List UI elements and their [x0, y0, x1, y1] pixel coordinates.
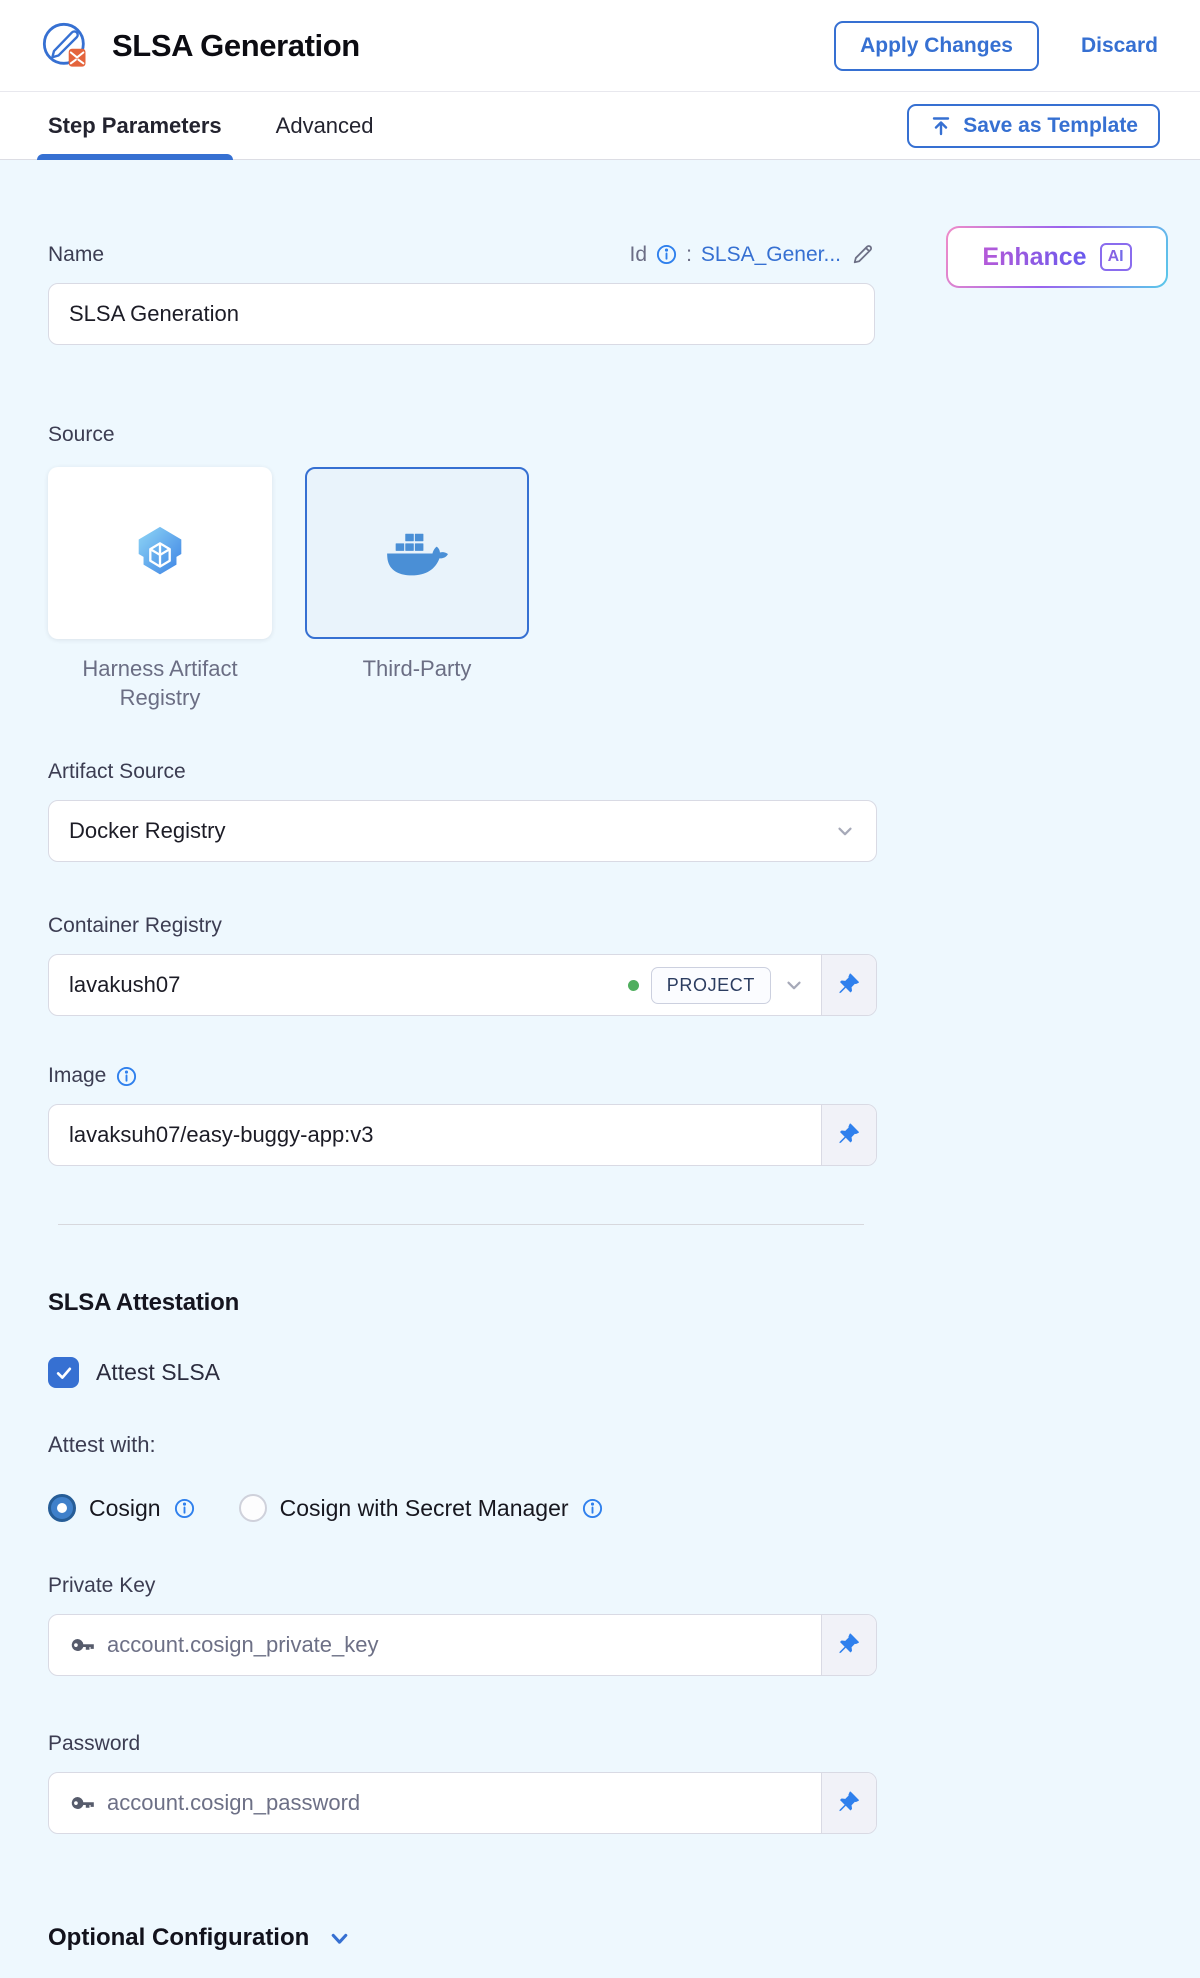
image-info-icon[interactable]	[116, 1066, 137, 1087]
tab-bar: Step Parameters Advanced Save as Templat…	[0, 92, 1200, 160]
image-input[interactable]: lavaksuh07/easy-buggy-app:v3	[48, 1104, 877, 1166]
scope-badge[interactable]: PROJECT	[651, 967, 771, 1004]
page-title: SLSA Generation	[112, 28, 360, 64]
password-pin-button[interactable]	[821, 1773, 876, 1833]
radio-cosign-secret-manager[interactable]	[239, 1494, 267, 1522]
slsa-attestation-heading: SLSA Attestation	[48, 1289, 1200, 1317]
radio-option-cosign-secret-manager[interactable]: Cosign with Secret Manager	[239, 1494, 603, 1522]
step-id-row: Id : SLSA_Gener...	[630, 242, 875, 267]
connector-status-dot	[628, 980, 639, 991]
tab-advanced[interactable]: Advanced	[276, 92, 374, 159]
password-value[interactable]: account.cosign_password	[107, 1790, 805, 1816]
attest-with-label: Attest with:	[48, 1432, 1200, 1458]
container-registry-value[interactable]: lavakush07	[69, 972, 616, 998]
apply-changes-button[interactable]: Apply Changes	[834, 21, 1039, 71]
radio-cosign[interactable]	[48, 1494, 76, 1522]
image-label: Image	[48, 1064, 106, 1088]
source-card-harness-artifact-registry[interactable]	[48, 467, 272, 639]
name-input-field[interactable]	[69, 301, 854, 327]
pin-icon	[837, 1633, 861, 1657]
upload-icon	[929, 114, 953, 138]
source-label: Source	[48, 423, 1200, 447]
cosign-secret-manager-info-icon[interactable]	[582, 1498, 603, 1519]
panel-header: SLSA Generation Apply Changes Discard	[0, 0, 1200, 92]
artifact-source-select[interactable]: Docker Registry	[48, 800, 877, 862]
tab-step-parameters[interactable]: Step Parameters	[48, 92, 222, 159]
chevron-down-icon	[327, 1926, 352, 1951]
pin-icon	[837, 973, 861, 997]
discard-button[interactable]: Discard	[1081, 34, 1158, 58]
step-parameters-panel: Enhance AI Name Id : SLSA_Gener... Sourc…	[0, 160, 1200, 1978]
enhance-ai-button[interactable]: Enhance AI	[946, 226, 1168, 288]
image-pin-button[interactable]	[821, 1105, 876, 1165]
id-info-icon[interactable]	[656, 244, 677, 265]
id-label: Id	[630, 243, 648, 267]
attest-slsa-checkbox[interactable]	[48, 1357, 79, 1388]
container-registry-input[interactable]: lavakush07 PROJECT	[48, 954, 877, 1016]
section-divider	[58, 1224, 864, 1225]
artifact-source-label: Artifact Source	[48, 760, 1200, 784]
radio-option-cosign[interactable]: Cosign	[48, 1494, 195, 1522]
save-as-template-button[interactable]: Save as Template	[907, 104, 1160, 148]
cosign-info-icon[interactable]	[174, 1498, 195, 1519]
harness-artifact-registry-icon	[129, 522, 191, 584]
ai-badge: AI	[1100, 243, 1132, 271]
step-id-value[interactable]: SLSA_Gener...	[701, 243, 841, 267]
container-registry-pin-button[interactable]	[821, 955, 876, 1015]
key-icon	[69, 1632, 95, 1658]
source-option-label-third-party: Third-Party	[305, 655, 529, 712]
attest-slsa-label: Attest SLSA	[96, 1359, 220, 1386]
docker-icon	[385, 528, 449, 578]
chevron-down-icon	[834, 820, 856, 842]
optional-configuration-label: Optional Configuration	[48, 1924, 309, 1952]
private-key-pin-button[interactable]	[821, 1615, 876, 1675]
password-label: Password	[48, 1732, 1200, 1756]
attest-slsa-checkbox-row[interactable]: Attest SLSA	[48, 1357, 1200, 1388]
pin-icon	[837, 1791, 861, 1815]
chevron-down-icon[interactable]	[783, 974, 805, 996]
slsa-step-icon	[40, 20, 92, 72]
key-icon	[69, 1790, 95, 1816]
private-key-label: Private Key	[48, 1574, 1200, 1598]
password-input[interactable]: account.cosign_password	[48, 1772, 877, 1834]
container-registry-label: Container Registry	[48, 914, 1200, 938]
image-value[interactable]: lavaksuh07/easy-buggy-app:v3	[69, 1122, 805, 1148]
optional-configuration-toggle[interactable]: Optional Configuration	[48, 1924, 1200, 1952]
private-key-value[interactable]: account.cosign_private_key	[107, 1632, 805, 1658]
edit-id-button[interactable]	[850, 242, 875, 267]
source-card-third-party[interactable]	[305, 467, 529, 639]
name-label: Name	[48, 243, 104, 267]
source-option-label-har: Harness Artifact Registry	[48, 655, 272, 712]
pin-icon	[837, 1123, 861, 1147]
enhance-label: Enhance	[982, 243, 1086, 272]
private-key-input[interactable]: account.cosign_private_key	[48, 1614, 877, 1676]
name-input[interactable]	[48, 283, 875, 345]
